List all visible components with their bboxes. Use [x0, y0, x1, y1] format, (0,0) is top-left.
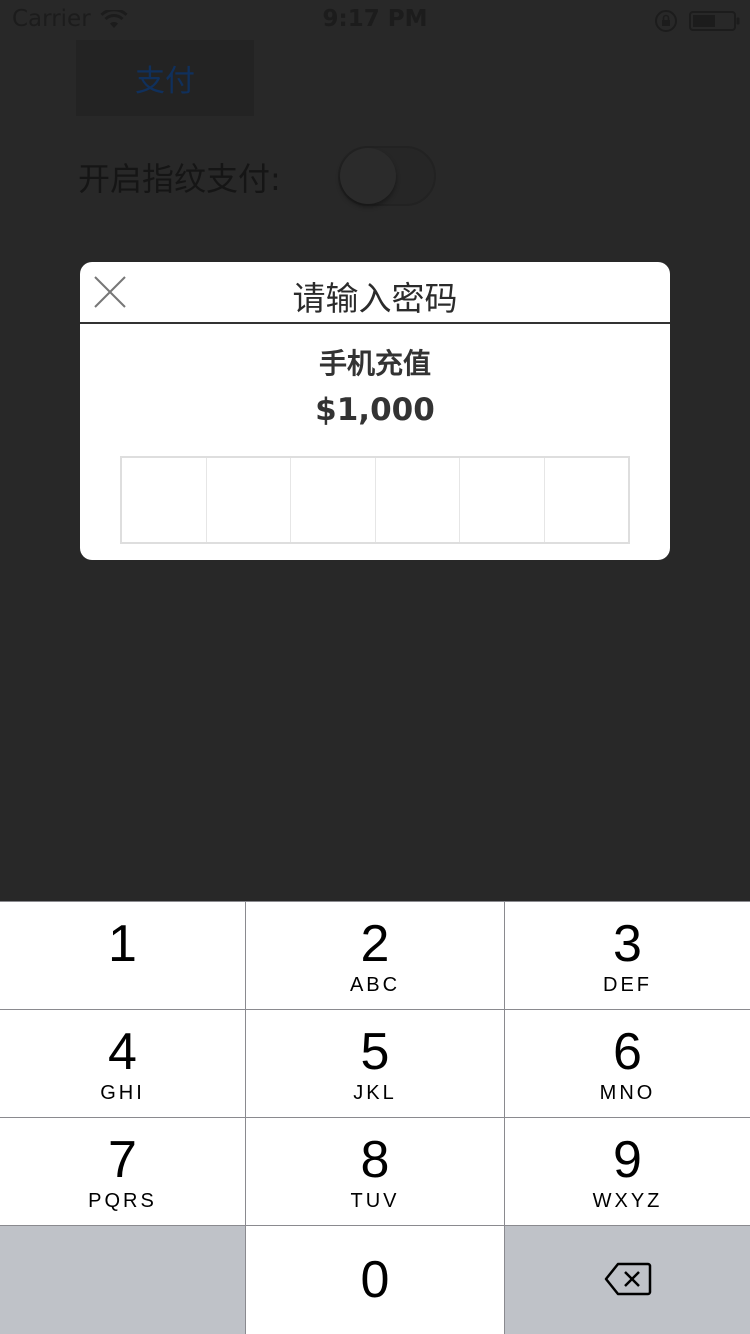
toggle-knob [340, 148, 396, 204]
key-digit: 6 [613, 1023, 642, 1081]
key-blank [0, 1226, 245, 1334]
key-digit: 7 [108, 1131, 137, 1189]
pin-cell [291, 458, 376, 542]
key-letters: DEF [603, 974, 652, 996]
dialog-header: 请输入密码 [80, 262, 670, 324]
key-letters: PQRS [88, 1190, 157, 1212]
pin-cell [207, 458, 291, 542]
rotation-lock-icon [655, 10, 677, 32]
status-time: 9:17 PM [322, 6, 428, 32]
pay-button[interactable]: 支付 [76, 40, 254, 116]
key-4[interactable]: 4 GHI [0, 1010, 245, 1117]
pin-cell [460, 458, 545, 542]
key-letters: TUV [350, 1190, 400, 1212]
key-digit: 1 [108, 915, 137, 973]
key-letters: WXYZ [592, 1190, 663, 1212]
key-3[interactable]: 3 DEF [505, 902, 750, 1009]
dialog-title: 请输入密码 [292, 279, 458, 318]
key-letters: ABC [349, 974, 401, 996]
backspace-icon [604, 1262, 651, 1296]
screen: Carrier 9:17 PM 支付 开启指纹支付: 请输入密码 手机充值 $1… [0, 0, 750, 1334]
delete-key[interactable] [505, 1226, 750, 1334]
battery-icon [689, 11, 740, 31]
key-letters: MNO [599, 1082, 656, 1104]
key-digit: 5 [360, 1023, 390, 1081]
fingerprint-label: 开启指纹支付: [78, 160, 281, 198]
key-digit: 2 [360, 915, 390, 973]
key-9[interactable]: 9 WXYZ [505, 1118, 750, 1225]
key-1[interactable]: 1 [0, 902, 245, 1009]
key-5[interactable]: 5 JKL [246, 1010, 504, 1117]
key-letters: JKL [353, 1082, 397, 1104]
key-digit: 9 [613, 1131, 642, 1189]
key-8[interactable]: 8 TUV [246, 1118, 504, 1225]
key-6[interactable]: 6 MNO [505, 1010, 750, 1117]
pin-cell [122, 458, 207, 542]
key-7[interactable]: 7 PQRS [0, 1118, 245, 1225]
key-letters: GHI [100, 1082, 145, 1104]
item-name: 手机充值 [318, 347, 431, 380]
status-bar: Carrier 9:17 PM [0, 0, 750, 40]
key-digit: 8 [360, 1131, 390, 1189]
key-0[interactable]: 0 [246, 1226, 504, 1334]
key-2[interactable]: 2 ABC [246, 902, 504, 1009]
pin-cell [376, 458, 460, 542]
pin-cell [545, 458, 629, 542]
payment-amount: $1,000 [315, 392, 435, 428]
key-digit: 0 [360, 1251, 390, 1309]
key-digit: 3 [613, 915, 642, 973]
key-digit: 4 [108, 1023, 137, 1081]
numeric-keypad: 1 2 ABC 3 DEF 4 GHI 5 JKL 6 MNO 7 PQRS 8 [0, 901, 750, 1334]
fingerprint-toggle[interactable] [338, 146, 436, 206]
password-dialog: 请输入密码 手机充值 $1,000 [80, 262, 670, 560]
pin-input[interactable] [120, 456, 630, 544]
